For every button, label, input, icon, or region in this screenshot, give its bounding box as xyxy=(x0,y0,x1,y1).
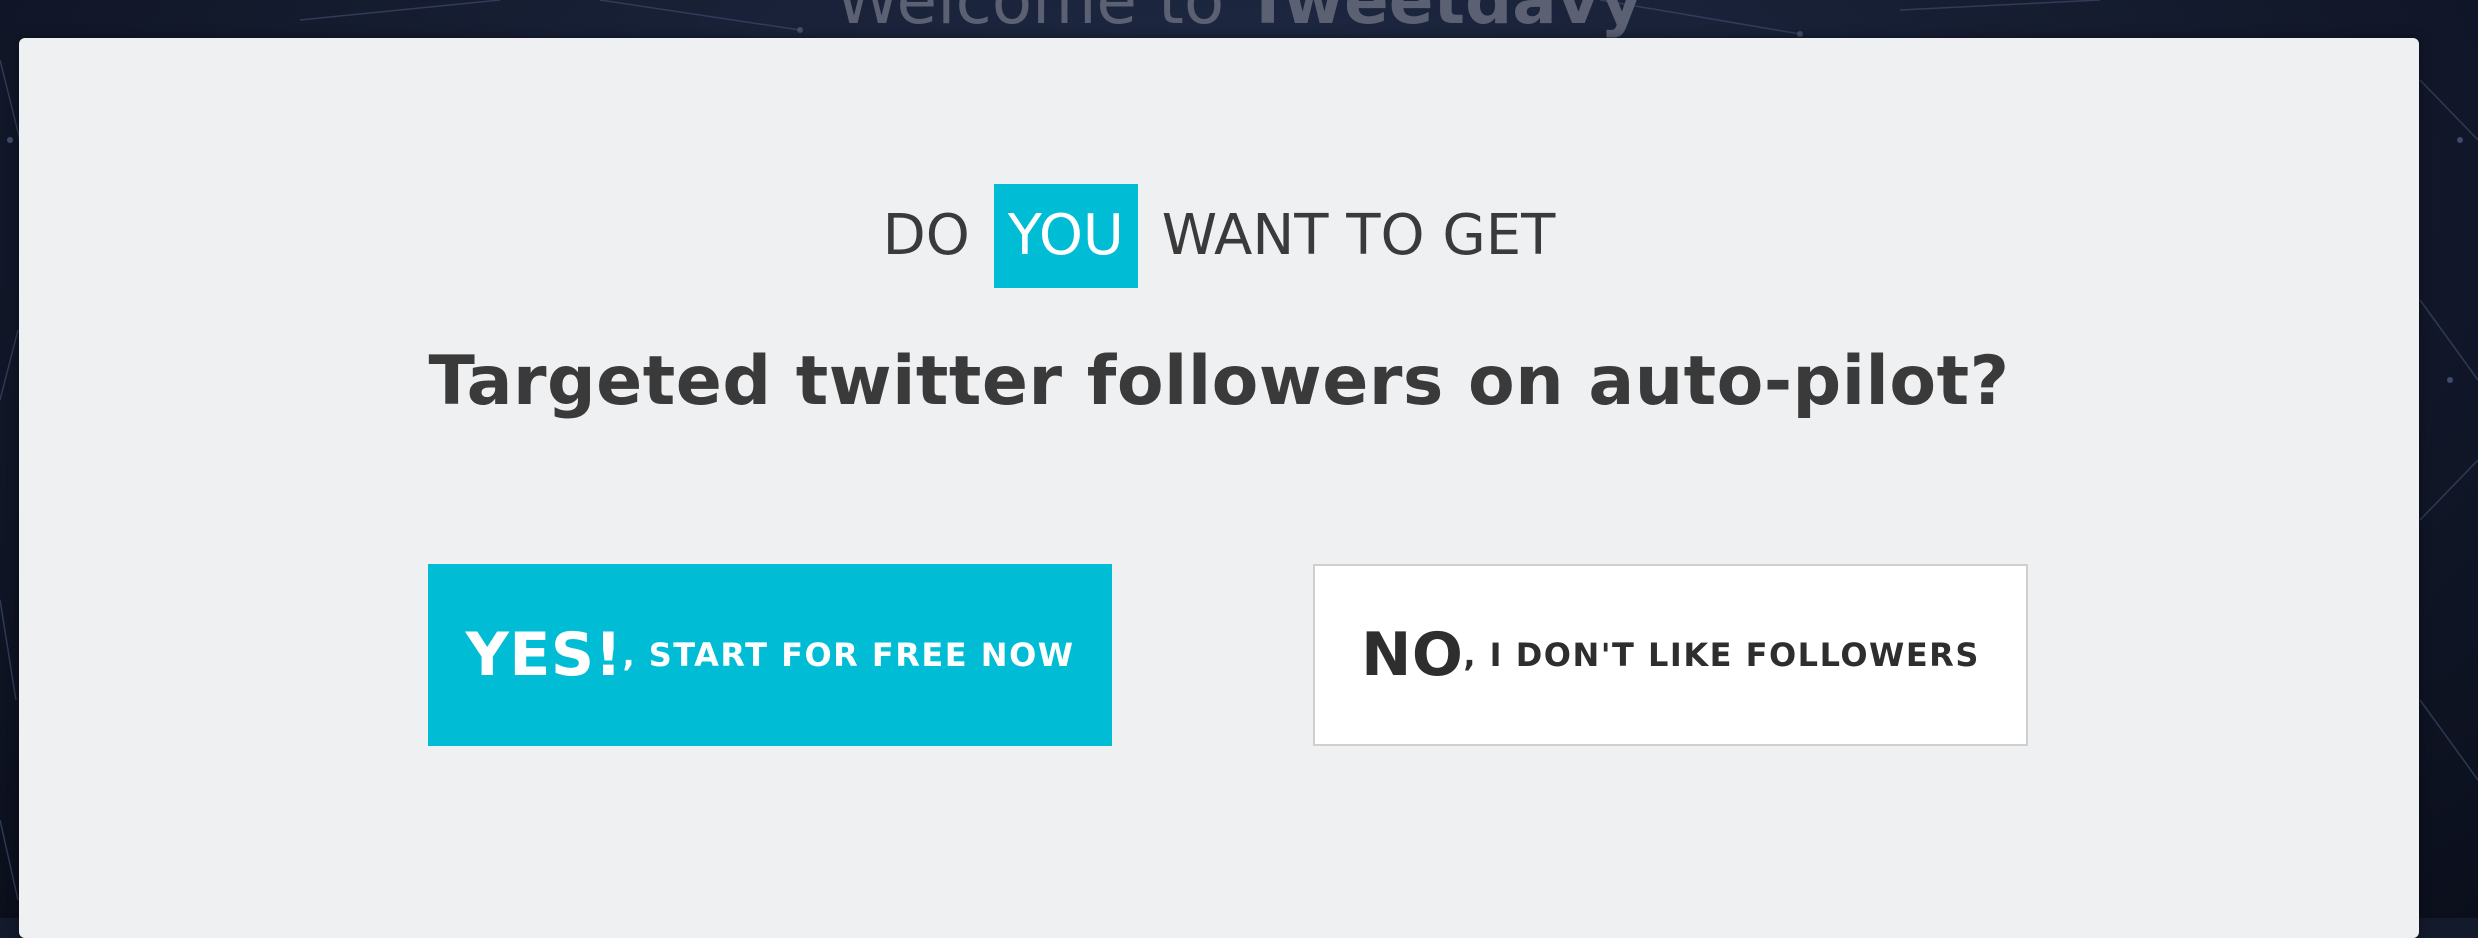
headline-text-before: DO xyxy=(882,203,970,268)
popup-subheadline: Targeted twitter followers on auto-pilot… xyxy=(428,342,2010,421)
yes-start-free-button[interactable]: YES!, START FOR FREE NOW xyxy=(428,564,1112,746)
no-button-label: , I DON'T LIKE FOLLOWERS xyxy=(1463,636,1980,674)
headline-text-after: WANT TO GET xyxy=(1161,203,1556,268)
popup-headline: DO YOU WANT TO GET xyxy=(19,184,2419,288)
opt-in-popup: DO YOU WANT TO GET Targeted twitter foll… xyxy=(19,38,2419,938)
background-title-prefix: Welcome to xyxy=(835,0,1225,39)
no-button-emphasis: NO xyxy=(1361,620,1464,690)
yes-button-emphasis: YES! xyxy=(465,620,623,690)
background-title-brand: Tweetdavy xyxy=(1245,0,1643,39)
yes-button-label: , START FOR FREE NOW xyxy=(622,636,1075,674)
background-page-title: Welcome to Tweetdavy xyxy=(0,0,2478,39)
headline-highlight: YOU xyxy=(993,184,1138,288)
no-decline-button[interactable]: NO, I DON'T LIKE FOLLOWERS xyxy=(1313,564,2028,746)
